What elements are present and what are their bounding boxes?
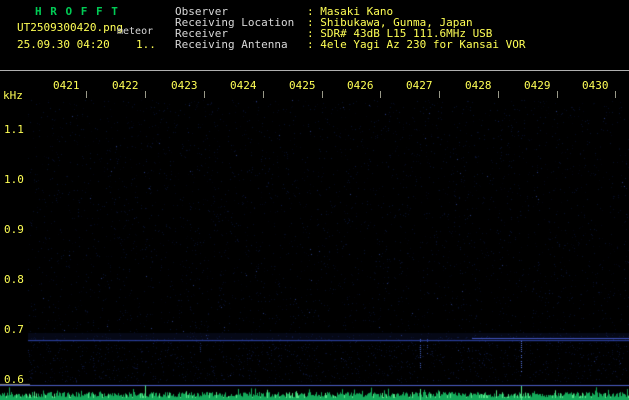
timestamp-label: 25.09.30 04:20 xyxy=(17,38,110,51)
x-tick-mark xyxy=(263,91,264,98)
y-tick-label: 0.6 xyxy=(4,373,24,386)
x-tick-label: 0422 xyxy=(112,79,139,92)
counter-label: 1.. xyxy=(136,38,156,51)
filename-label: UT2509300420.png xyxy=(17,21,123,34)
x-tick-label: 0421 xyxy=(53,79,80,92)
x-tick-mark xyxy=(86,91,87,98)
x-tick-label: 0423 xyxy=(171,79,198,92)
x-tick-mark xyxy=(439,91,440,98)
x-tick-label: 0424 xyxy=(230,79,257,92)
spectrogram-canvas xyxy=(0,0,629,400)
y-tick-label: 1.0 xyxy=(4,173,24,186)
x-tick-label: 0425 xyxy=(289,79,316,92)
x-tick-mark xyxy=(615,91,616,98)
x-tick-mark xyxy=(557,91,558,98)
info-value: : 4ele Yagi Az 230 for Kansai VOR xyxy=(307,38,526,51)
x-tick-label: 0427 xyxy=(406,79,433,92)
x-tick-mark xyxy=(322,91,323,98)
y-tick-label: 0.7 xyxy=(4,323,24,336)
x-tick-mark xyxy=(204,91,205,98)
y-tick-label: 0.8 xyxy=(4,273,24,286)
x-tick-label: 0429 xyxy=(524,79,551,92)
y-axis-unit: kHz xyxy=(3,89,23,102)
hrofft-window: H R O F F T UT2509300420.png meteor 25.0… xyxy=(0,0,629,400)
x-tick-label: 0430 xyxy=(582,79,609,92)
app-title: H R O F F T xyxy=(35,5,119,18)
info-label: Receiving Antenna xyxy=(175,38,288,51)
x-tick-label: 0426 xyxy=(347,79,374,92)
x-tick-mark xyxy=(145,91,146,98)
mode-label: meteor xyxy=(117,26,154,37)
x-tick-label: 0428 xyxy=(465,79,492,92)
x-tick-mark xyxy=(380,91,381,98)
y-tick-label: 1.1 xyxy=(4,123,24,136)
header-separator xyxy=(0,70,629,71)
x-tick-mark xyxy=(498,91,499,98)
y-tick-label: 0.9 xyxy=(4,223,24,236)
